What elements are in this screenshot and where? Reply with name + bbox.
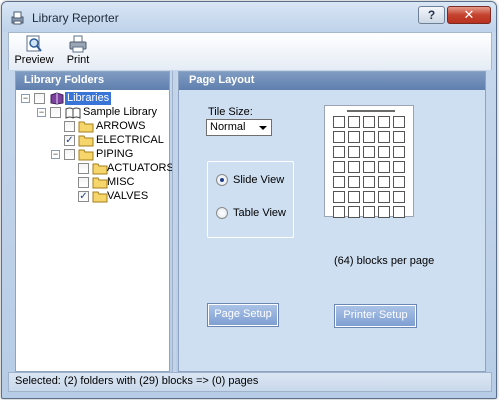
window-title: Library Reporter: [32, 11, 119, 25]
printer-setup-button[interactable]: Printer Setup: [334, 304, 417, 328]
checkbox-sample-library[interactable]: [50, 107, 61, 118]
checkbox-piping[interactable]: [64, 149, 75, 160]
table-view-radio[interactable]: [216, 207, 228, 219]
preview-block: [348, 191, 360, 203]
collapse-toggle[interactable]: −: [21, 94, 30, 103]
page-setup-button[interactable]: Page Setup: [207, 303, 279, 327]
tile-size-select[interactable]: Normal: [206, 119, 272, 136]
folder-icon: [92, 163, 108, 175]
slide-view-label: Slide View: [233, 174, 285, 186]
collapse-toggle[interactable]: −: [37, 108, 46, 117]
page-preview: [324, 105, 414, 218]
page-layout-header: Page Layout: [179, 72, 485, 90]
preview-icon: [26, 35, 42, 52]
folder-icon: [92, 177, 108, 189]
preview-block: [333, 131, 345, 143]
preview-page-header: [347, 110, 395, 112]
preview-block: [378, 146, 390, 158]
folder-icon: [78, 135, 94, 147]
tile-size-label: Tile Size:: [208, 106, 253, 118]
preview-block: [393, 146, 405, 158]
folder-icon: [92, 191, 108, 203]
preview-block: [363, 206, 375, 218]
preview-label: Preview: [14, 54, 54, 66]
app-icon: [11, 11, 24, 25]
preview-block: [333, 206, 345, 218]
tree-label-actuators: ACTUATORS: [107, 162, 174, 174]
checkbox-misc[interactable]: [78, 177, 89, 188]
tile-size-value: Normal: [210, 121, 246, 133]
preview-block: [348, 146, 360, 158]
status-bar: Selected: (2) folders with (29) blocks =…: [8, 372, 492, 392]
preview-block: [363, 146, 375, 158]
checkbox-electrical[interactable]: ✓: [64, 135, 75, 146]
printer-icon: [69, 35, 87, 53]
tree-label-arrows: ARROWS: [96, 120, 146, 132]
print-button[interactable]: Print: [61, 35, 95, 69]
library-book-icon: [50, 92, 64, 105]
preview-button[interactable]: Preview: [13, 35, 55, 69]
help-button[interactable]: ?: [418, 6, 445, 24]
library-folders-panel: Library Folders − Libraries − Sample Lib…: [15, 71, 174, 372]
title-bar[interactable]: Library Reporter ? ✕: [2, 2, 496, 32]
tree-label-misc: MISC: [107, 176, 135, 188]
preview-block: [363, 161, 375, 173]
preview-block: [393, 176, 405, 188]
checkbox-valves[interactable]: ✓: [78, 191, 89, 202]
preview-block: [378, 161, 390, 173]
preview-block: [378, 206, 390, 218]
preview-block: [363, 131, 375, 143]
preview-block: [363, 191, 375, 203]
panel-splitter[interactable]: [172, 71, 176, 372]
preview-block: [393, 191, 405, 203]
folder-icon: [78, 149, 94, 161]
preview-block: [363, 176, 375, 188]
checkbox-libraries[interactable]: [34, 93, 45, 104]
main-window: Library Reporter ? ✕ Preview Print Libra…: [1, 1, 497, 399]
collapse-toggle[interactable]: −: [51, 150, 60, 159]
preview-block: [348, 206, 360, 218]
preview-block: [348, 116, 360, 128]
tree-label-piping: PIPING: [96, 148, 134, 160]
print-label: Print: [66, 54, 90, 66]
tree-label-sample-library: Sample Library: [83, 106, 157, 118]
tree-label-valves: VALVES: [107, 190, 149, 202]
blocks-per-page-text: (64) blocks per page: [334, 255, 435, 267]
preview-block: [378, 116, 390, 128]
preview-block: [348, 131, 360, 143]
preview-block-grid: [333, 116, 407, 218]
slide-view-radio[interactable]: [216, 174, 228, 186]
preview-block: [333, 176, 345, 188]
preview-block: [393, 206, 405, 218]
preview-block: [378, 176, 390, 188]
folder-icon: [78, 121, 94, 133]
preview-block: [363, 116, 375, 128]
preview-block: [333, 146, 345, 158]
tree-label-electrical: ELECTRICAL: [96, 134, 164, 146]
chevron-down-icon: [259, 126, 267, 130]
preview-block: [333, 116, 345, 128]
page-layout-panel: Page Layout Tile Size: Normal Slide View…: [178, 71, 486, 372]
preview-block: [378, 131, 390, 143]
checkbox-actuators[interactable]: [78, 163, 89, 174]
toolbar: Preview Print: [8, 32, 492, 70]
preview-block: [348, 161, 360, 173]
close-button[interactable]: ✕: [447, 6, 491, 24]
preview-block: [378, 191, 390, 203]
preview-block: [348, 176, 360, 188]
library-folders-header: Library Folders: [16, 72, 169, 90]
preview-block: [333, 161, 345, 173]
preview-block: [333, 191, 345, 203]
table-view-label: Table View: [233, 207, 286, 219]
open-book-icon: [65, 107, 81, 119]
preview-block: [393, 131, 405, 143]
view-mode-group: Slide View Table View: [207, 161, 294, 238]
tree-label-libraries: Libraries: [65, 92, 112, 105]
preview-block: [393, 161, 405, 173]
checkbox-arrows[interactable]: [64, 121, 75, 132]
preview-block: [393, 116, 405, 128]
